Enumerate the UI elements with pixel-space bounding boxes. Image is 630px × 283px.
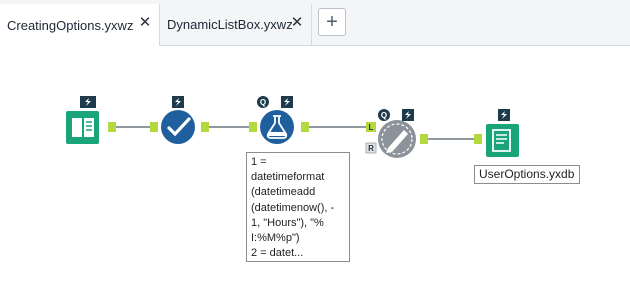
output-file-label: UserOptions.yxdb xyxy=(474,165,580,184)
close-icon[interactable]: ✕ xyxy=(139,15,152,30)
output-anchor[interactable] xyxy=(108,122,116,132)
formula-tool[interactable]: Q xyxy=(249,96,309,144)
document-icon xyxy=(486,124,519,157)
add-tab-button[interactable]: + xyxy=(318,8,346,36)
input-data-tool[interactable] xyxy=(66,96,116,144)
tab-label: DynamicListBox.yxwz xyxy=(167,17,293,32)
output-anchor[interactable] xyxy=(201,122,209,132)
question-glyph: Q xyxy=(381,111,387,120)
tab-bar: CreatingOptions.yxwz ✕ DynamicListBox.yx… xyxy=(0,0,630,46)
formula-join-tool[interactable]: L R Q xyxy=(365,109,428,158)
question-glyph: Q xyxy=(260,98,266,107)
input-anchor[interactable] xyxy=(474,134,482,144)
output-anchor[interactable] xyxy=(420,134,428,144)
input-anchor[interactable] xyxy=(150,122,158,132)
checkmark-icon xyxy=(161,110,195,144)
formula-annotation: 1 = datetimeformat (datetimeadd (datetim… xyxy=(246,152,350,262)
workflow-canvas[interactable]: Q L R Q 1 = datetimeformat (datetimeadd … xyxy=(0,46,630,283)
select-tool[interactable] xyxy=(150,96,209,144)
right-anchor-label: R xyxy=(368,144,374,153)
left-anchor-label: L xyxy=(369,123,374,132)
output-data-tool[interactable] xyxy=(474,109,519,157)
input-anchor[interactable] xyxy=(249,122,257,132)
tab-creating-options[interactable]: CreatingOptions.yxwz ✕ xyxy=(0,4,160,46)
close-icon[interactable]: ✕ xyxy=(291,15,304,30)
book-icon xyxy=(66,111,99,144)
output-anchor[interactable] xyxy=(301,122,309,132)
tab-label: CreatingOptions.yxwz xyxy=(7,17,134,33)
tab-dynamic-list-box[interactable]: DynamicListBox.yxwz ✕ xyxy=(160,4,312,45)
flask-liquid xyxy=(268,132,286,136)
